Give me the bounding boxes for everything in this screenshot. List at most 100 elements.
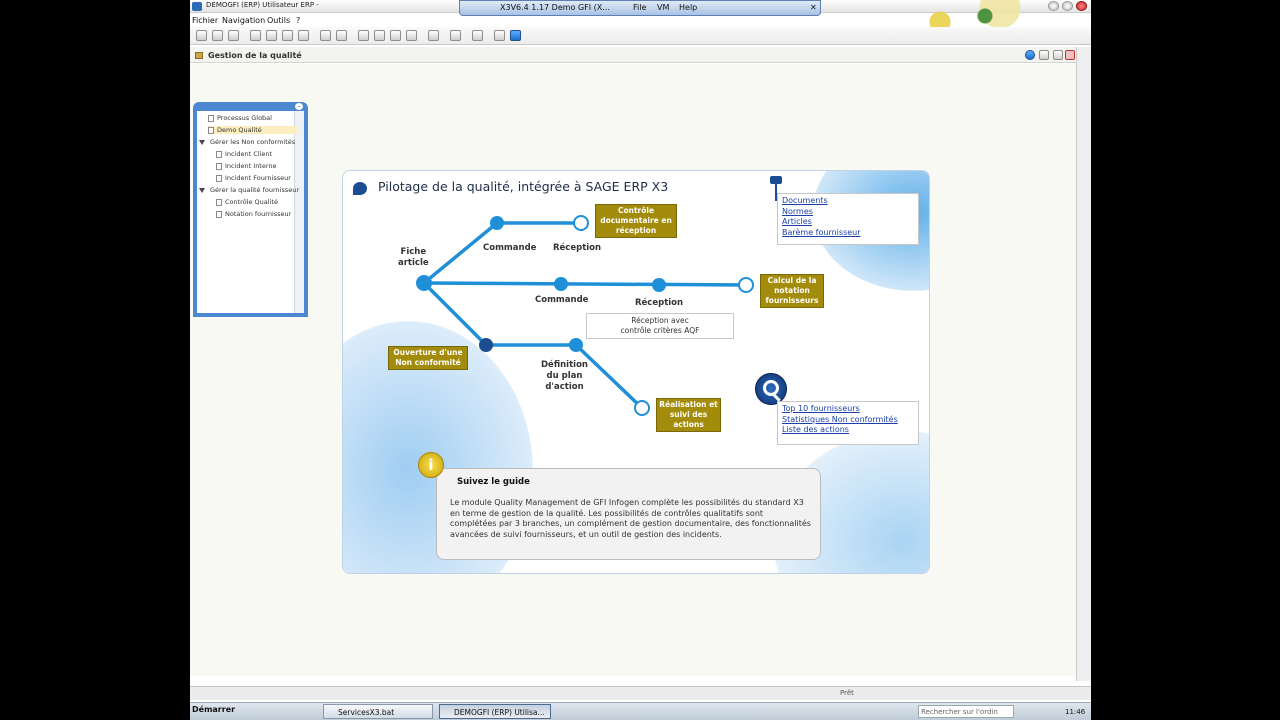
breadcrumb: Gestion de la qualité: [190, 47, 1091, 63]
main-content: – Processus Global Demo Qualité Gérer le…: [190, 64, 1076, 676]
new-icon[interactable]: [196, 30, 207, 41]
options-icon[interactable]: [1053, 50, 1063, 60]
document-icon: [216, 150, 222, 158]
info-icon: i: [418, 452, 444, 478]
expand-arrow-icon[interactable]: [199, 187, 205, 193]
remote-menu-vm[interactable]: VM: [657, 3, 669, 12]
realisation-node[interactable]: [634, 400, 650, 416]
label-commande-2: Commande: [535, 295, 589, 305]
taskbar: Démarrer ServicesX3.bat DEMOGFI (ERP) Ut…: [190, 702, 1091, 720]
cut-icon[interactable]: [358, 30, 369, 41]
box-calcul-notation[interactable]: Calcul de la notation fournisseurs: [760, 274, 824, 308]
next-icon[interactable]: [282, 30, 293, 41]
commande-node-2[interactable]: [554, 277, 568, 291]
calc-icon[interactable]: [450, 30, 461, 41]
erp-window: DEMOGFI (ERP) Utilisateur ERP - X3V6.4 1…: [190, 0, 1091, 720]
box-realisation-suivi[interactable]: Réalisation et suivi des actions: [656, 398, 721, 432]
tree-item-incident-interne[interactable]: Incident Interne: [216, 162, 277, 170]
taskbar-search-input[interactable]: Rechercher sur l'ordin: [918, 705, 1014, 718]
window-title: DEMOGFI (ERP) Utilisateur ERP -: [206, 1, 319, 9]
edit-icon[interactable]: [1039, 50, 1049, 60]
tree-item-processus-global[interactable]: Processus Global: [208, 114, 272, 122]
document-icon: [216, 210, 222, 218]
remote-close-icon[interactable]: ✕: [810, 3, 817, 12]
guide-heading: Suivez le guide: [457, 477, 530, 487]
menu-fichier[interactable]: Fichier: [192, 16, 218, 25]
start-button[interactable]: Démarrer: [192, 705, 235, 714]
statistics-links: Top 10 fournisseurs Statistiques Non con…: [777, 401, 919, 445]
navigation-tree: – Processus Global Demo Qualité Gérer le…: [193, 102, 308, 317]
zoom-icon[interactable]: [336, 30, 347, 41]
app-icon: [192, 2, 202, 11]
refresh-icon[interactable]: [510, 30, 521, 41]
link-icon[interactable]: [320, 30, 331, 41]
link-statistiques-nc[interactable]: Statistiques Non conformités: [782, 415, 914, 426]
menu-navigation[interactable]: Navigation: [222, 16, 265, 25]
tree-item-demo-qualite[interactable]: Demo Qualité: [208, 126, 297, 134]
previous-icon[interactable]: [266, 30, 277, 41]
delete-icon[interactable]: [406, 30, 417, 41]
print-icon[interactable]: [212, 30, 223, 41]
label-reception-2: Réception: [635, 298, 684, 308]
tree-item-incident-client[interactable]: Incident Client: [216, 150, 272, 158]
copy-icon[interactable]: [374, 30, 385, 41]
document-icon: [216, 162, 222, 170]
non-conformite-node[interactable]: [479, 338, 493, 352]
commande-node[interactable]: [490, 216, 504, 230]
document-icon: [216, 174, 222, 182]
status-bar: Prêt: [190, 686, 1091, 700]
last-icon[interactable]: [298, 30, 309, 41]
task-demogfi[interactable]: DEMOGFI (ERP) Utilisa...: [439, 704, 551, 719]
link-articles[interactable]: Articles: [782, 217, 914, 228]
definition-node[interactable]: [569, 338, 583, 352]
clock: 11:46: [1065, 708, 1086, 716]
main-scrollbar[interactable]: [1076, 47, 1091, 681]
document-icon: [208, 126, 214, 134]
box-reception-aqf[interactable]: Réception avec contrôle critères AQF: [586, 313, 734, 339]
menu-outils[interactable]: Outils: [267, 16, 290, 25]
document-icon: [216, 198, 222, 206]
label-commande: Commande: [483, 243, 537, 253]
link-documents[interactable]: Documents: [782, 196, 914, 207]
help-icon[interactable]: [494, 30, 505, 41]
reception-node-2[interactable]: [652, 278, 666, 292]
reload-icon[interactable]: [1025, 50, 1035, 60]
status-text: Prêt: [840, 689, 854, 697]
remote-menu-file[interactable]: File: [633, 3, 646, 12]
page-title: Gestion de la qualité: [208, 51, 302, 60]
folder-icon: [195, 52, 203, 59]
tree-item-incident-fournisseur[interactable]: Incident Fournisseur: [216, 174, 291, 182]
link-top10-fournisseurs[interactable]: Top 10 fournisseurs: [782, 404, 914, 415]
collapse-icon[interactable]: –: [295, 103, 303, 110]
guide-box: Suivez le guide Le module Quality Manage…: [436, 468, 821, 560]
expand-arrow-icon[interactable]: [199, 139, 205, 145]
close-page-icon[interactable]: [1065, 50, 1075, 60]
tree-item-notation-fournisseur[interactable]: Notation fournisseur: [216, 210, 291, 218]
documents-links: Documents Normes Articles Barème fournis…: [777, 193, 919, 245]
tree-scrollbar[interactable]: [294, 111, 304, 313]
remote-title: X3V6.4 1.17 Demo GFI (X...: [500, 3, 610, 12]
tree-item-controle-qualite[interactable]: Contrôle Qualité: [216, 198, 278, 206]
paste-icon[interactable]: [390, 30, 401, 41]
tree-item-gerer-qualite-fournisseur[interactable]: Gérer la qualité fournisseur: [199, 186, 299, 194]
guide-text: Le module Quality Management de GFI Info…: [450, 498, 811, 539]
task-services-bat[interactable]: ServicesX3.bat: [323, 704, 433, 719]
link-normes[interactable]: Normes: [782, 207, 914, 218]
link-liste-actions[interactable]: Liste des actions: [782, 425, 914, 436]
list-icon[interactable]: [428, 30, 439, 41]
remote-menu-help[interactable]: Help: [679, 3, 697, 12]
label-reception: Réception: [553, 243, 602, 253]
box-controle-documentaire[interactable]: Contrôle documentaire en réception: [595, 204, 677, 238]
link-bareme-fournisseur[interactable]: Barème fournisseur: [782, 228, 914, 239]
notation-node[interactable]: [738, 277, 754, 293]
tree-item-gerer-non-conformites[interactable]: Gérer les Non conformités: [199, 138, 295, 146]
save-icon[interactable]: [228, 30, 239, 41]
reception-node[interactable]: [573, 215, 589, 231]
label-definition-plan: Définition du plan d'action: [541, 360, 588, 392]
fiche-article-node[interactable]: [416, 275, 432, 291]
settings-icon[interactable]: [472, 30, 483, 41]
first-icon[interactable]: [250, 30, 261, 41]
menu-help[interactable]: ?: [296, 16, 300, 25]
toolbar: [190, 27, 1091, 45]
box-ouverture-non-conformite[interactable]: Ouverture d'une Non conformité: [388, 346, 468, 370]
